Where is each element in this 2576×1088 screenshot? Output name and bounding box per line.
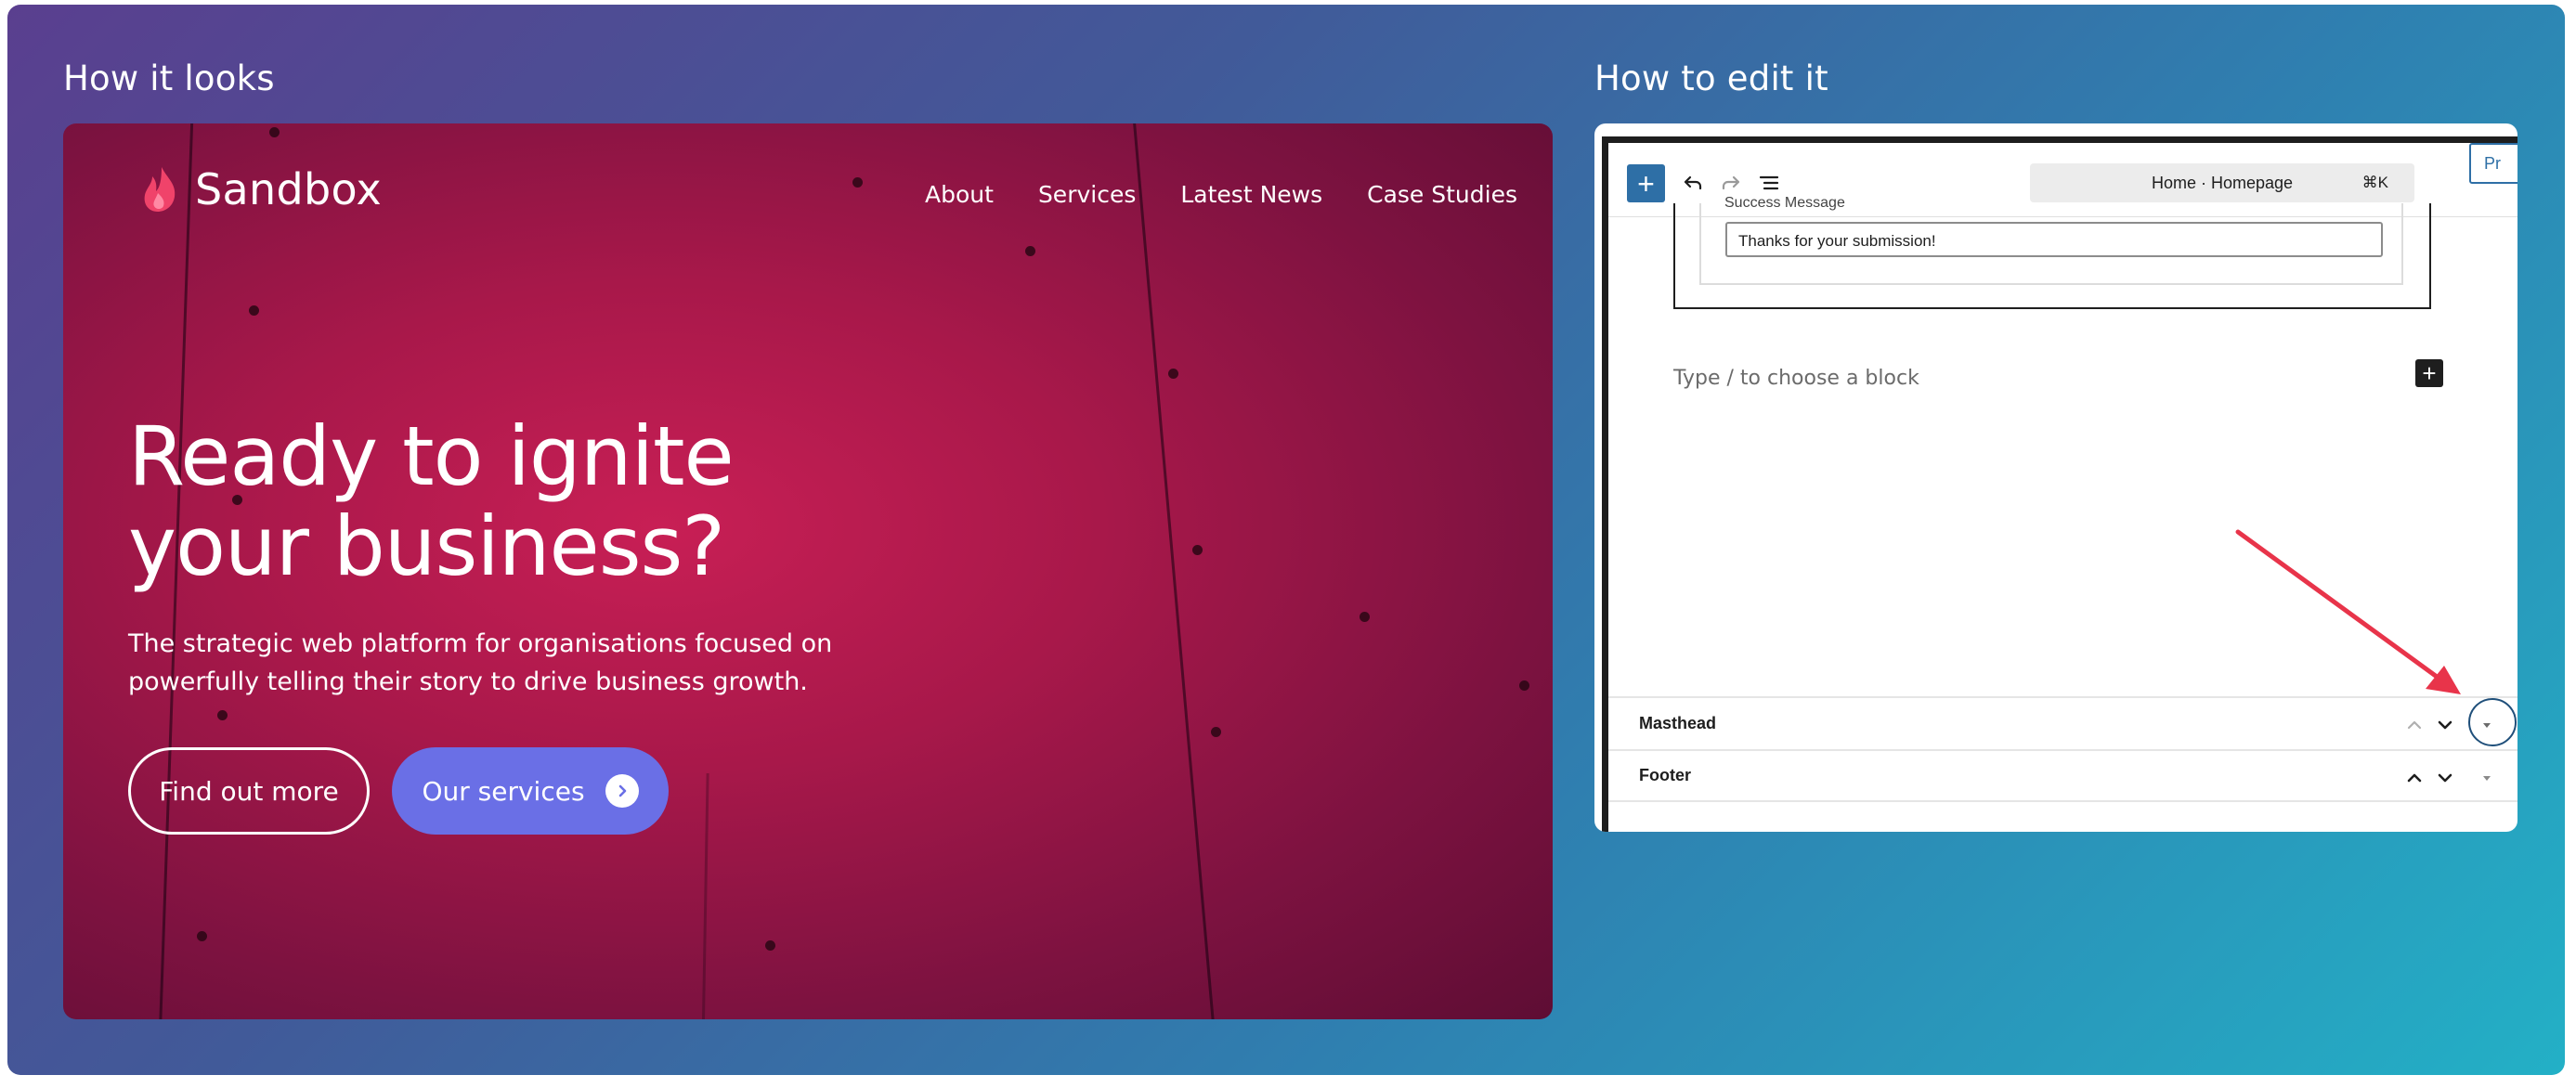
undo-icon[interactable] xyxy=(1679,169,1707,197)
command-shortcut: ⌘K xyxy=(2361,174,2388,191)
nav-link-latest-news[interactable]: Latest News xyxy=(1180,181,1322,208)
rivet xyxy=(1211,727,1221,737)
rivet xyxy=(1168,369,1178,379)
rivet xyxy=(1025,246,1035,256)
block-placeholder[interactable]: Type / to choose a block xyxy=(1673,367,1919,390)
masthead-label: Masthead xyxy=(1639,714,1717,732)
our-services-button[interactable]: Our services xyxy=(392,747,669,835)
editor-screenshot: + Home · Homepage ⌘K Pr Success Message … xyxy=(1594,123,2517,832)
chevron-right-icon xyxy=(605,774,639,808)
flame-logo-icon xyxy=(144,167,176,212)
hero-subtitle-line-2: powerfully telling their story to drive … xyxy=(128,667,808,696)
nav-link-case-studies[interactable]: Case Studies xyxy=(1367,181,1517,208)
form-block: Success Message Thanks for your submissi… xyxy=(1673,195,2431,309)
site-nav: About Services Latest News Case Studies xyxy=(925,181,1517,208)
hero-title-line-1: Ready to ignite xyxy=(128,408,735,504)
redo-icon[interactable] xyxy=(1717,169,1745,197)
highlight-circle xyxy=(2468,698,2517,746)
preview-button[interactable]: Pr xyxy=(2469,143,2517,184)
left-column-title: How it looks xyxy=(63,58,275,98)
block-inserter-button[interactable]: + xyxy=(1627,164,1665,202)
rivet xyxy=(852,177,863,188)
footer-row[interactable]: Footer xyxy=(1608,749,2517,802)
our-services-label: Our services xyxy=(422,775,585,807)
command-palette-bar[interactable]: Home · Homepage ⌘K xyxy=(2030,163,2414,202)
site-brand[interactable]: Sandbox xyxy=(139,164,382,214)
form-field-group: Success Message Thanks for your submissi… xyxy=(1699,195,2403,285)
right-column-title: How to edit it xyxy=(1594,58,1828,98)
footer-label: Footer xyxy=(1639,766,1691,784)
rivet xyxy=(1360,612,1370,622)
caret-down-icon[interactable] xyxy=(2477,768,2497,788)
hero-subtitle: The strategic web platform for organisat… xyxy=(128,625,834,701)
wall-panel-seam xyxy=(701,772,709,1019)
hero-title: Ready to ignite your business? xyxy=(128,411,964,591)
rivet xyxy=(1192,545,1203,555)
editor-frame-top xyxy=(1602,136,2517,143)
list-view-icon[interactable] xyxy=(1755,169,1783,197)
chevron-up-icon[interactable] xyxy=(2404,768,2425,788)
success-message-label: Success Message xyxy=(1724,195,1845,211)
rivet xyxy=(765,940,775,951)
nav-link-about[interactable]: About xyxy=(925,181,994,208)
chevron-down-icon[interactable] xyxy=(2435,768,2455,788)
add-block-button[interactable]: + xyxy=(2415,359,2443,387)
chevron-up-icon[interactable] xyxy=(2404,715,2425,735)
command-palette-text: Home · Homepage xyxy=(2151,173,2294,192)
showcase-card: How it looks How to edit it Sandbox Abou… xyxy=(7,5,2565,1075)
rivet xyxy=(197,931,207,941)
hero-subtitle-line-1: The strategic web platform for organisat… xyxy=(128,629,833,658)
masthead-row[interactable]: Masthead xyxy=(1608,696,2517,749)
website-preview: Sandbox About Services Latest News Case … xyxy=(63,123,1553,1019)
success-message-input[interactable]: Thanks for your submission! xyxy=(1725,222,2383,257)
rivet xyxy=(269,127,280,137)
brand-name: Sandbox xyxy=(195,164,382,214)
find-out-more-label: Find out more xyxy=(159,775,339,807)
nav-link-services[interactable]: Services xyxy=(1038,181,1136,208)
hero-title-line-2: your business? xyxy=(128,499,725,594)
wall-panel-seam xyxy=(1131,123,1217,1019)
rivet xyxy=(1519,680,1529,691)
chevron-down-icon[interactable] xyxy=(2435,715,2455,735)
editor-frame-left xyxy=(1602,136,1608,832)
rivet xyxy=(217,710,228,720)
find-out-more-button[interactable]: Find out more xyxy=(128,747,370,835)
rivet xyxy=(249,305,259,316)
